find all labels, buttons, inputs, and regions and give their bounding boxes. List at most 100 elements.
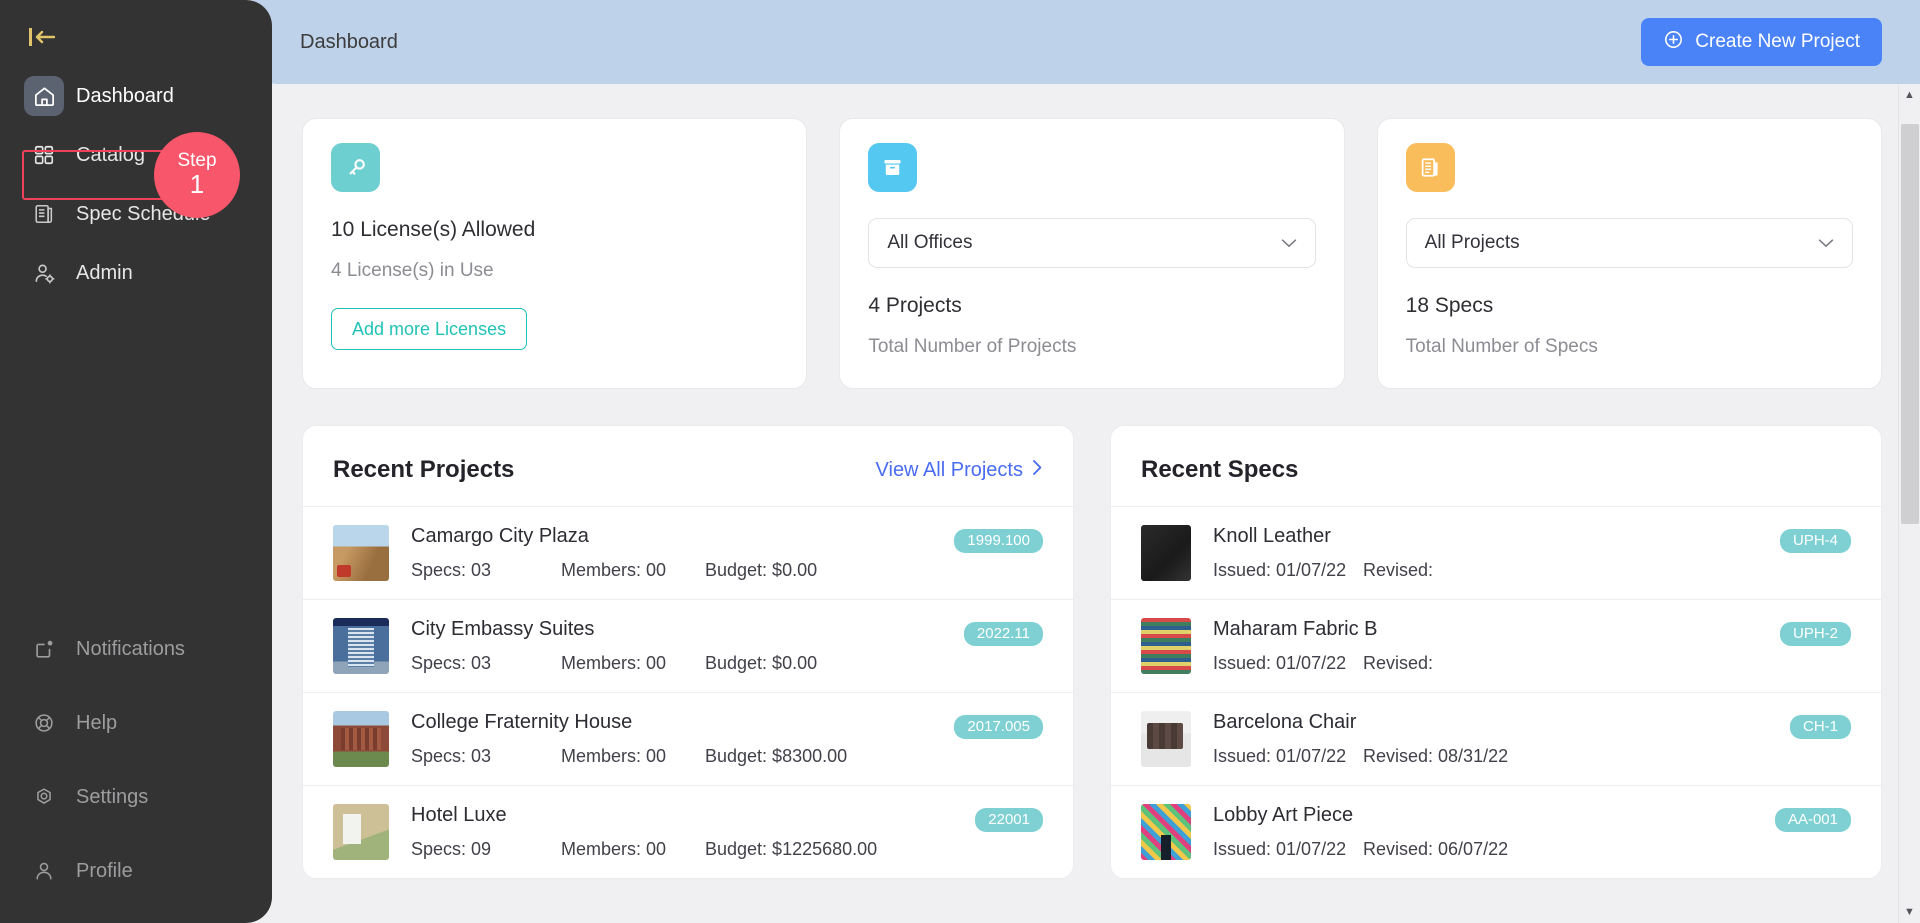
- spec-issued: Issued: 01/07/22: [1213, 653, 1347, 673]
- recent-specs-title: Recent Specs: [1141, 456, 1299, 483]
- key-icon: [331, 143, 380, 192]
- sidebar-item-notifications[interactable]: Notifications: [0, 627, 272, 671]
- project-info: College Fraternity House Specs: 03 Membe…: [411, 711, 940, 767]
- sidebar-item-profile[interactable]: Profile: [0, 849, 272, 893]
- project-meta: Specs: 03 Members: 00 Budget: $8300.00: [411, 746, 940, 767]
- sidebar-item-dashboard[interactable]: Dashboard: [0, 74, 272, 118]
- vertical-scrollbar[interactable]: ▲ ▼: [1898, 84, 1920, 923]
- projects-card: All Offices 4 Projects Total Number of P…: [839, 118, 1345, 389]
- spec-issued: Issued: 01/07/22: [1213, 746, 1347, 766]
- sidebar-item-label: Catalog: [76, 143, 145, 166]
- scroll-down-arrow-icon[interactable]: ▼: [1904, 901, 1915, 923]
- project-members: Members: 00: [561, 560, 667, 580]
- status-badge: 1999.100: [954, 529, 1043, 553]
- view-all-projects-label: View All Projects: [875, 458, 1023, 481]
- recent-projects-title: Recent Projects: [333, 456, 515, 483]
- sidebar-item-admin[interactable]: Admin: [0, 251, 272, 295]
- project-budget: Budget: $0.00: [705, 653, 818, 673]
- tutorial-step-badge: Step 1: [154, 132, 240, 218]
- table-row[interactable]: Knoll Leather Issued: 01/07/22 Revised: …: [1111, 506, 1881, 599]
- sidebar-item-label: Profile: [76, 859, 133, 882]
- create-new-project-button[interactable]: Create New Project: [1641, 18, 1882, 66]
- spec-revised: Revised:: [1363, 653, 1434, 673]
- project-budget: Budget: $8300.00: [705, 746, 848, 766]
- status-badge: 2022.11: [963, 622, 1043, 646]
- project-thumbnail: [333, 618, 389, 674]
- recent-specs-panel: Recent Specs Knoll Leather Issued: 01/07…: [1110, 425, 1882, 879]
- grid-icon: [24, 135, 64, 175]
- table-row[interactable]: College Fraternity House Specs: 03 Membe…: [303, 692, 1073, 785]
- licenses-in-use-text: 4 License(s) in Use: [331, 260, 494, 281]
- spec-info: Lobby Art Piece Issued: 01/07/22 Revised…: [1213, 804, 1761, 860]
- spec-thumbnail: [1141, 804, 1191, 860]
- view-all-projects-link[interactable]: View All Projects: [876, 459, 1043, 482]
- scroll-up-arrow-icon[interactable]: ▲: [1904, 84, 1915, 106]
- spec-document-icon: [1405, 143, 1455, 192]
- project-name: Hotel Luxe: [411, 804, 507, 826]
- licenses-allowed-text: 10 License(s) Allowed: [331, 218, 536, 241]
- spec-revised: Revised: 08/31/22: [1363, 746, 1509, 766]
- tutorial-step-number: 1: [189, 169, 205, 200]
- table-row[interactable]: Barcelona Chair Issued: 01/07/22 Revised…: [1111, 692, 1881, 785]
- project-name: Camargo City Plaza: [411, 525, 589, 547]
- project-name: College Fraternity House: [411, 711, 633, 733]
- status-badge: 2017.005: [954, 715, 1043, 739]
- project-specs: Specs: 09: [411, 839, 492, 859]
- recent-projects-header: Recent Projects View All Projects: [303, 426, 1073, 506]
- collapse-sidebar-icon[interactable]: [28, 22, 72, 52]
- sidebar-item-settings[interactable]: Settings: [0, 775, 272, 819]
- project-thumbnail: [333, 525, 389, 581]
- spec-issued: Issued: 01/07/22: [1213, 560, 1347, 580]
- user-gear-icon: [24, 253, 64, 293]
- status-badge: 22001: [975, 808, 1043, 832]
- project-meta: Specs: 03 Members: 00 Budget: $0.00: [411, 560, 940, 581]
- spec-revised: Revised:: [1363, 560, 1434, 580]
- table-row[interactable]: Maharam Fabric B Issued: 01/07/22 Revise…: [1111, 599, 1881, 692]
- status-badge: UPH-4: [1779, 529, 1851, 553]
- sidebar: Dashboard Catalog Spec Schedule Admin No…: [0, 0, 272, 923]
- top-header-bar: Dashboard Create New Project: [252, 0, 1920, 84]
- table-row[interactable]: City Embassy Suites Specs: 03 Members: 0…: [303, 599, 1073, 692]
- projects-count: 4 Projects: [868, 294, 962, 317]
- spec-meta: Issued: 01/07/22 Revised: 06/07/22: [1213, 839, 1761, 860]
- spec-thumbnail: [1141, 618, 1191, 674]
- dashboard-content: 10 License(s) Allowed 4 License(s) in Us…: [272, 84, 1920, 923]
- main-area: Dashboard Create New Project 10 License(…: [252, 0, 1920, 923]
- tutorial-step-word: Step: [177, 150, 217, 172]
- home-icon: [24, 76, 64, 116]
- table-row[interactable]: Hotel Luxe Specs: 09 Members: 00 Budget:…: [303, 785, 1073, 878]
- scrollbar-thumb[interactable]: [1901, 124, 1919, 524]
- status-badge: CH-1: [1789, 715, 1851, 739]
- gear-icon: [24, 777, 64, 817]
- project-filter-select[interactable]: All Projects: [1405, 218, 1853, 268]
- project-specs: Specs: 03: [411, 653, 492, 673]
- spec-name: Maharam Fabric B: [1213, 618, 1378, 640]
- spec-info: Knoll Leather Issued: 01/07/22 Revised:: [1213, 525, 1766, 581]
- add-more-licenses-button[interactable]: Add more Licenses: [331, 308, 528, 350]
- notification-bell-icon: [24, 629, 64, 669]
- project-budget: Budget: $0.00: [705, 560, 818, 580]
- project-thumbnail: [333, 711, 389, 767]
- office-filter-value: All Offices: [887, 232, 973, 253]
- spec-meta: Issued: 01/07/22 Revised:: [1213, 560, 1766, 581]
- table-row[interactable]: Lobby Art Piece Issued: 01/07/22 Revised…: [1111, 785, 1881, 878]
- scrollbar-track[interactable]: [1899, 106, 1920, 901]
- spec-revised: Revised: 06/07/22: [1363, 839, 1509, 859]
- sidebar-nav-secondary: Notifications Help Settings Profile: [0, 627, 272, 923]
- list-document-icon: [24, 194, 64, 234]
- office-filter-select[interactable]: All Offices: [868, 218, 1316, 268]
- chevron-down-icon: [1818, 235, 1834, 252]
- table-row[interactable]: Camargo City Plaza Specs: 03 Members: 00…: [303, 506, 1073, 599]
- project-specs: Specs: 03: [411, 746, 492, 766]
- plus-circle-icon: [1663, 29, 1684, 56]
- spec-info: Maharam Fabric B Issued: 01/07/22 Revise…: [1213, 618, 1766, 674]
- project-meta: Specs: 03 Members: 00 Budget: $0.00: [411, 653, 950, 674]
- status-badge: AA-001: [1774, 808, 1851, 832]
- project-budget: Budget: $1225680.00: [705, 839, 878, 859]
- project-info: City Embassy Suites Specs: 03 Members: 0…: [411, 618, 950, 674]
- app-root: Dashboard Catalog Spec Schedule Admin No…: [0, 0, 1920, 923]
- spec-meta: Issued: 01/07/22 Revised: 08/31/22: [1213, 746, 1776, 767]
- sidebar-item-help[interactable]: Help: [0, 701, 272, 745]
- lifebuoy-icon: [24, 703, 64, 743]
- spec-meta: Issued: 01/07/22 Revised:: [1213, 653, 1766, 674]
